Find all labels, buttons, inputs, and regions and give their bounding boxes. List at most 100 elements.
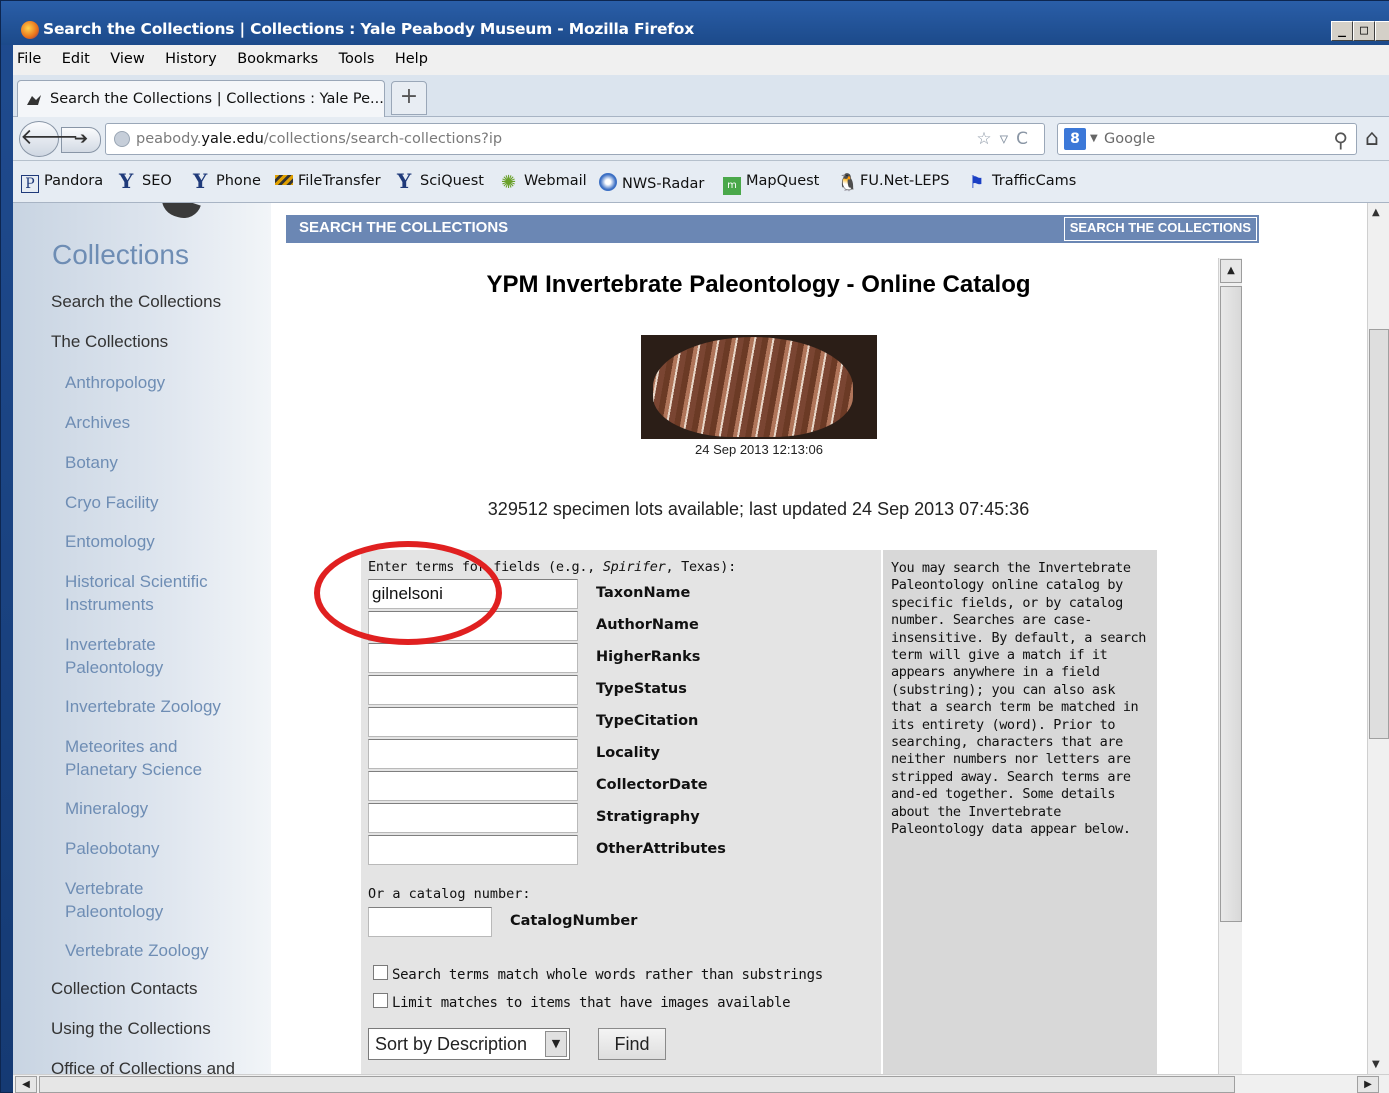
menu-bookmarks[interactable]: Bookmarks: [229, 45, 326, 67]
tab-strip: Search the Collections | Collections : Y…: [13, 75, 1389, 117]
history-dropdown-icon[interactable]: ▿: [1000, 129, 1017, 149]
page-horizontal-scrollbar[interactable]: ◀ ▶: [13, 1074, 1389, 1093]
sidebar-item-office-of-collections[interactable]: Office of Collections and: [51, 1059, 235, 1074]
field-label: CollectorDate: [596, 777, 708, 793]
bookmark-fu-net-leps[interactable]: 🐧 FU.Net-LEPS: [837, 173, 949, 193]
menu-history[interactable]: History: [157, 45, 225, 67]
sidebar-item-vertebrate-zoology[interactable]: Vertebrate Zoology: [65, 939, 209, 962]
sidebar-item-mineralogy[interactable]: Mineralogy: [65, 797, 148, 820]
tab-search-collections[interactable]: Search the Collections | Collections : Y…: [17, 80, 385, 117]
site-identity-icon[interactable]: [114, 131, 130, 147]
field-label: TypeCitation: [596, 713, 699, 729]
new-tab-button[interactable]: +: [391, 81, 427, 115]
bookmark-sciquest[interactable]: Y SciQuest: [397, 169, 484, 193]
yahoo-icon: Y: [397, 169, 412, 193]
sidebar-item-search[interactable]: Search the Collections: [51, 292, 221, 312]
search-engine-icon[interactable]: 8: [1064, 128, 1086, 150]
section-banner: SEARCH THE COLLECTIONS SEARCH THE COLLEC…: [286, 215, 1259, 243]
search-icon[interactable]: ⚲: [1333, 128, 1348, 152]
sort-select[interactable]: Sort by Description ▼: [368, 1028, 570, 1060]
menu-tools[interactable]: Tools: [331, 45, 383, 67]
type-citation-input[interactable]: [368, 707, 578, 737]
search-bar[interactable]: 8 ▼ Google ⚲: [1057, 123, 1357, 155]
bookmark-star-icon[interactable]: ☆: [976, 129, 999, 149]
bookmark-seo[interactable]: Y SEO: [119, 171, 172, 191]
page-vertical-scrollbar[interactable]: ▲ ▼: [1367, 203, 1389, 1074]
bookmark-webmail[interactable]: ✺ Webmail: [501, 173, 587, 193]
sidebar-item-the-collections[interactable]: The Collections: [51, 332, 168, 352]
field-label: Locality: [596, 745, 660, 761]
sidebar-item-anthropology[interactable]: Anthropology: [65, 371, 165, 394]
help-text: You may search the Invertebrate Paleonto…: [891, 560, 1147, 838]
catalog-number-prompt: Or a catalog number:: [368, 886, 531, 902]
sidebar-item-cryo-facility[interactable]: Cryo Facility: [65, 491, 159, 514]
menu-edit[interactable]: Edit: [54, 45, 98, 67]
url-bar[interactable]: peabody.yale.edu/collections/search-coll…: [105, 123, 1045, 155]
minimize-button[interactable]: _: [1331, 21, 1353, 41]
type-status-input[interactable]: [368, 675, 578, 705]
catalog-number-row: CatalogNumber: [368, 907, 878, 937]
search-engine-dropdown-icon[interactable]: ▼: [1090, 133, 1098, 144]
stratigraphy-input[interactable]: [368, 803, 578, 833]
home-icon[interactable]: ⌂: [1365, 126, 1379, 151]
whole-words-option[interactable]: Search terms match whole words rather th…: [373, 965, 823, 983]
frame-scrollbar[interactable]: ▲: [1218, 258, 1242, 1074]
find-button[interactable]: Find: [598, 1028, 666, 1060]
sidebar-item-meteorites[interactable]: Meteorites and Planetary Science: [65, 735, 225, 781]
scroll-up-icon[interactable]: ▲: [1372, 207, 1380, 218]
maximize-button[interactable]: □: [1353, 21, 1375, 41]
locality-input[interactable]: [368, 739, 578, 769]
url-bar-actions[interactable]: ☆▿C: [976, 129, 1036, 149]
sidebar-item-vertebrate-paleontology[interactable]: Vertebrate Paleontology: [65, 877, 215, 923]
banner-title: SEARCH THE COLLECTIONS: [299, 219, 509, 236]
search-placeholder[interactable]: Google: [1104, 131, 1155, 147]
menu-help[interactable]: Help: [387, 45, 436, 67]
higher-ranks-input[interactable]: [368, 643, 578, 673]
bookmark-mapquest[interactable]: m MapQuest: [723, 173, 819, 195]
back-button[interactable]: 🡐: [19, 121, 79, 157]
field-row: OtherAttributes: [368, 835, 878, 865]
menu-view[interactable]: View: [102, 45, 152, 67]
horizontal-scroll-thumb[interactable]: [39, 1076, 1235, 1093]
sidebar-item-paleobotany[interactable]: Paleobotany: [65, 837, 160, 860]
menu-file[interactable]: File: [13, 45, 49, 67]
bookmark-pandora[interactable]: P Pandora: [21, 173, 103, 193]
images-only-label: Limit matches to items that have images …: [392, 995, 791, 1011]
page-scroll-thumb[interactable]: [1369, 329, 1389, 739]
field-label: TypeStatus: [596, 681, 687, 697]
sidebar-item-archives[interactable]: Archives: [65, 411, 130, 434]
catalog-number-input[interactable]: [368, 907, 492, 937]
scroll-right-icon[interactable]: ▶: [1357, 1076, 1379, 1093]
bookmark-trafficcams[interactable]: ⚑ TrafficCams: [969, 173, 1076, 193]
scroll-down-icon[interactable]: ▼: [1372, 1059, 1380, 1070]
whole-words-checkbox[interactable]: [373, 965, 388, 980]
sidebar-item-invertebrate-paleontology[interactable]: Invertebrate Paleontology: [65, 633, 215, 679]
close-button[interactable]: [1375, 21, 1389, 41]
url-text[interactable]: peabody.yale.edu/collections/search-coll…: [136, 131, 502, 147]
dropdown-arrow-icon[interactable]: ▼: [545, 1031, 567, 1057]
sidebar-item-invertebrate-zoology[interactable]: Invertebrate Zoology: [65, 695, 221, 718]
bookmark-filetransfer[interactable]: FileTransfer: [275, 173, 381, 189]
images-only-checkbox[interactable]: [373, 993, 388, 1008]
banner-link[interactable]: SEARCH THE COLLECTIONS: [1063, 217, 1257, 241]
frame-scroll-thumb[interactable]: [1220, 286, 1242, 922]
sidebar-item-entomology[interactable]: Entomology: [65, 530, 155, 553]
scroll-up-icon[interactable]: ▲: [1220, 259, 1242, 283]
mapquest-icon: m: [723, 177, 741, 195]
other-attributes-input[interactable]: [368, 835, 578, 865]
specimen-photo: [641, 335, 877, 439]
sidebar-item-botany[interactable]: Botany: [65, 451, 118, 474]
scroll-left-icon[interactable]: ◀: [15, 1076, 37, 1093]
sidebar-item-historical-scientific-instruments[interactable]: Historical Scientific Instruments: [65, 570, 235, 616]
images-only-option[interactable]: Limit matches to items that have images …: [373, 993, 791, 1011]
window-title: Search the Collections | Collections : Y…: [43, 20, 695, 38]
tab-label: Search the Collections | Collections : Y…: [50, 91, 384, 107]
bookmark-phone[interactable]: Y Phone: [193, 171, 261, 191]
collector-date-input[interactable]: [368, 771, 578, 801]
reload-icon[interactable]: C: [1016, 129, 1036, 149]
webmail-icon: ✺: [501, 172, 517, 193]
sidebar-item-using-the-collections[interactable]: Using the Collections: [51, 1019, 211, 1039]
bookmark-nws-radar[interactable]: NWS-Radar: [599, 173, 704, 192]
sidebar-item-collection-contacts[interactable]: Collection Contacts: [51, 979, 197, 999]
field-label: OtherAttributes: [596, 841, 726, 857]
